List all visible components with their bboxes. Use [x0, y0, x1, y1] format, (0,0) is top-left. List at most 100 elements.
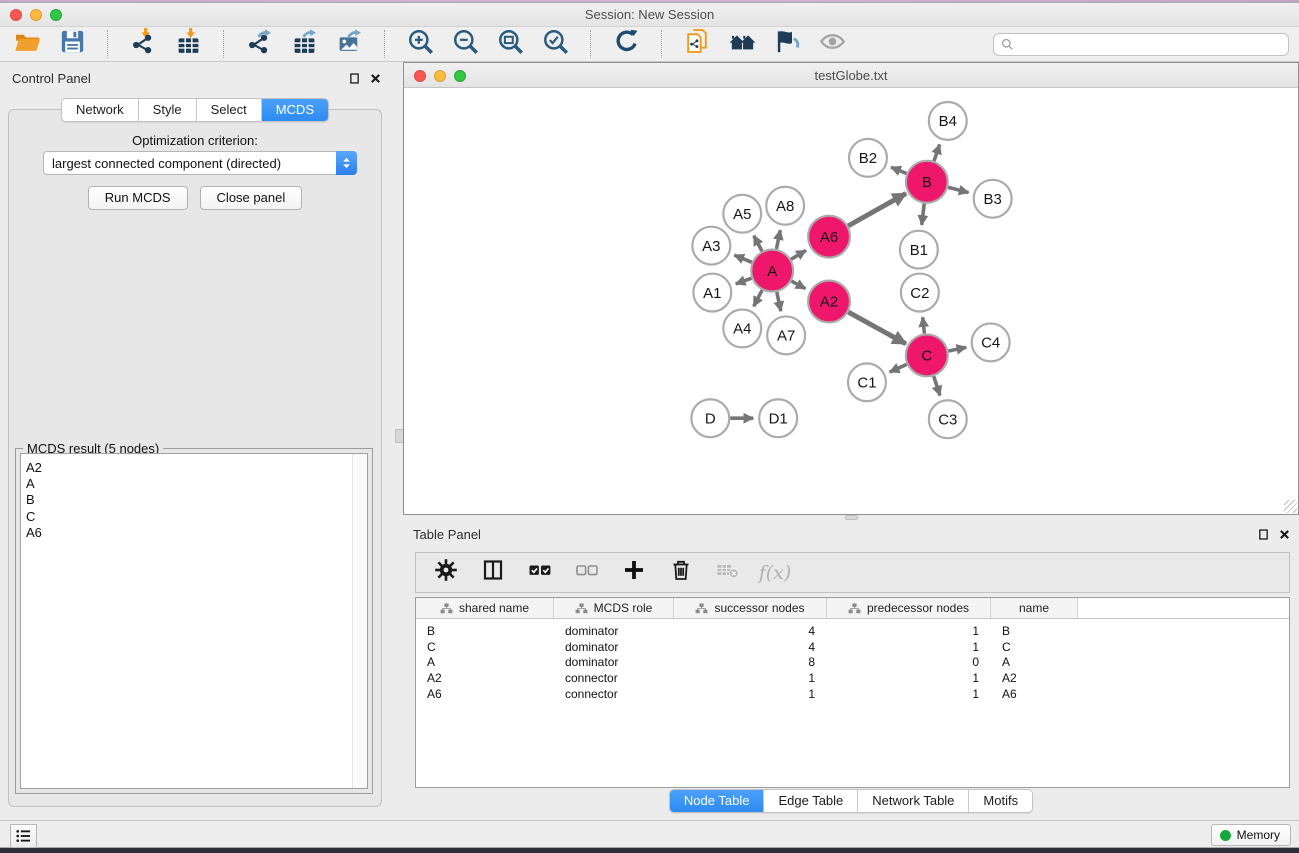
column-header-shared-name[interactable]: shared name — [416, 598, 554, 618]
table-row[interactable]: Adominator80A — [416, 655, 1289, 671]
node-C4[interactable]: C4 — [972, 323, 1010, 361]
node-B4[interactable]: B4 — [929, 102, 967, 140]
tab-node-table[interactable]: Node Table — [670, 790, 765, 812]
node-B3[interactable]: B3 — [974, 180, 1012, 218]
node-D1[interactable]: D1 — [759, 399, 797, 437]
node-A7[interactable]: A7 — [767, 316, 805, 354]
node-A4[interactable]: A4 — [723, 309, 761, 347]
node-D[interactable]: D — [691, 399, 729, 437]
window-resize-grip[interactable] — [1284, 500, 1297, 513]
edge-C-C3[interactable] — [934, 376, 940, 395]
toggle-column-display-button[interactable] — [478, 558, 508, 588]
node-C1[interactable]: C1 — [848, 363, 886, 401]
task-history-button[interactable] — [10, 824, 37, 848]
search-input[interactable] — [1014, 34, 1288, 55]
column-header-name[interactable]: name — [991, 598, 1078, 618]
save-session-button[interactable] — [57, 29, 87, 59]
edge-B-B1[interactable] — [922, 204, 924, 225]
node-B2[interactable]: B2 — [849, 139, 887, 177]
edge-C-C1[interactable] — [890, 364, 907, 372]
node-A8[interactable]: A8 — [766, 187, 804, 225]
edge-A-A5[interactable] — [754, 236, 762, 251]
edge-A-A3[interactable] — [734, 255, 751, 262]
node-A3[interactable]: A3 — [692, 227, 730, 265]
zoom-fit-content-button[interactable] — [495, 29, 525, 59]
tab-network-table[interactable]: Network Table — [858, 790, 969, 812]
edge-A-A8[interactable] — [776, 230, 780, 249]
desktop-background: Session: New Session Control Panel Netwo… — [0, 0, 1299, 853]
table-row[interactable]: Cdominator41C — [416, 639, 1289, 655]
edge-A-A2[interactable] — [791, 281, 805, 289]
edge-A6-B[interactable] — [848, 193, 906, 225]
edge-A-A7[interactable] — [777, 292, 781, 311]
create-new-column-button[interactable] — [619, 558, 649, 588]
zoom-in-button[interactable] — [405, 29, 435, 59]
edge-B-B3[interactable] — [948, 187, 968, 192]
run-mcds-button[interactable]: Run MCDS — [88, 186, 188, 210]
edge-C-C4[interactable] — [948, 347, 966, 351]
table-settings-button[interactable] — [431, 558, 461, 588]
open-session-button[interactable] — [12, 29, 42, 59]
tab-style[interactable]: Style — [139, 99, 197, 121]
column-header-MCDS-role[interactable]: MCDS role — [554, 598, 674, 618]
table-row[interactable]: Bdominator41B — [416, 623, 1289, 639]
node-A[interactable]: A — [751, 250, 793, 292]
import-network-from-file-button[interactable] — [128, 29, 158, 59]
float-panel-icon[interactable] — [348, 72, 361, 85]
result-list-item[interactable]: C — [26, 509, 347, 525]
export-image-button[interactable] — [334, 29, 364, 59]
memory-button[interactable]: Memory — [1211, 824, 1291, 846]
tab-select[interactable]: Select — [197, 99, 262, 121]
mcds-result-list[interactable]: A2ABCA6 — [20, 453, 368, 789]
node-B1[interactable]: B1 — [900, 231, 938, 269]
tab-mcds[interactable]: MCDS — [262, 99, 328, 121]
close-panel-button[interactable]: Close panel — [200, 186, 303, 210]
zoom-selected-button[interactable] — [540, 29, 570, 59]
edge-C-C2[interactable] — [923, 317, 925, 333]
node-C[interactable]: C — [906, 334, 948, 376]
edge-A2-C[interactable] — [848, 312, 906, 344]
edge-A-A4[interactable] — [754, 290, 762, 306]
table-row[interactable]: A2connector11A2 — [416, 670, 1289, 686]
edge-A-A6[interactable] — [791, 250, 806, 259]
paint-help-button[interactable] — [772, 29, 802, 59]
float-panel-icon[interactable] — [1257, 528, 1270, 541]
new-network-from-selection-button[interactable] — [682, 29, 712, 59]
node-A6[interactable]: A6 — [808, 216, 850, 258]
network-graph[interactable]: A A1 A2 A3 A4 A5 A6 A7 A8 B B1 B2 B3 B4 C C1 C2 C3 C4 D D1 — [404, 89, 1298, 514]
export-table-button[interactable] — [289, 29, 319, 59]
node-A2[interactable]: A2 — [808, 281, 850, 323]
column-header-predecessor-nodes[interactable]: predecessor nodes — [827, 598, 991, 618]
edge-A-A1[interactable] — [736, 278, 752, 284]
edge-B-B2[interactable] — [891, 167, 906, 173]
select-all-rows-button[interactable] — [525, 558, 555, 588]
tab-network[interactable]: Network — [62, 99, 139, 121]
network-canvas[interactable]: A A1 A2 A3 A4 A5 A6 A7 A8 B B1 B2 B3 B4 C C1 C2 C3 C4 D D1 — [404, 89, 1298, 514]
tab-motifs[interactable]: Motifs — [969, 790, 1032, 812]
result-list-item[interactable]: A2 — [26, 460, 347, 476]
export-network-button[interactable] — [244, 29, 274, 59]
import-table-from-file-button[interactable] — [173, 29, 203, 59]
deselect-all-rows-button[interactable] — [572, 558, 602, 588]
node-C3[interactable]: C3 — [929, 400, 967, 438]
result-list-item[interactable]: A6 — [26, 525, 347, 541]
open-cybrowser-button[interactable] — [727, 29, 757, 59]
node-C2[interactable]: C2 — [901, 274, 939, 312]
apply-preferred-layout-button[interactable] — [611, 29, 641, 59]
search-field[interactable] — [993, 33, 1289, 56]
edge-B-B4[interactable] — [934, 144, 940, 161]
result-list-item[interactable]: B — [26, 492, 347, 508]
node-B[interactable]: B — [906, 161, 948, 203]
result-list-scrollbar[interactable] — [352, 454, 367, 788]
tab-edge-table[interactable]: Edge Table — [764, 790, 858, 812]
delete-columns-button[interactable] — [666, 558, 696, 588]
table-row[interactable]: A6connector11A6 — [416, 686, 1289, 702]
zoom-out-button[interactable] — [450, 29, 480, 59]
close-panel-icon[interactable] — [369, 72, 382, 85]
close-panel-icon[interactable] — [1278, 528, 1291, 541]
node-A1[interactable]: A1 — [693, 274, 731, 312]
result-list-item[interactable]: A — [26, 476, 347, 492]
criterion-select[interactable]: largest connected component (directed) — [43, 151, 357, 175]
column-header-successor-nodes[interactable]: successor nodes — [674, 598, 827, 618]
node-A5[interactable]: A5 — [723, 195, 761, 233]
